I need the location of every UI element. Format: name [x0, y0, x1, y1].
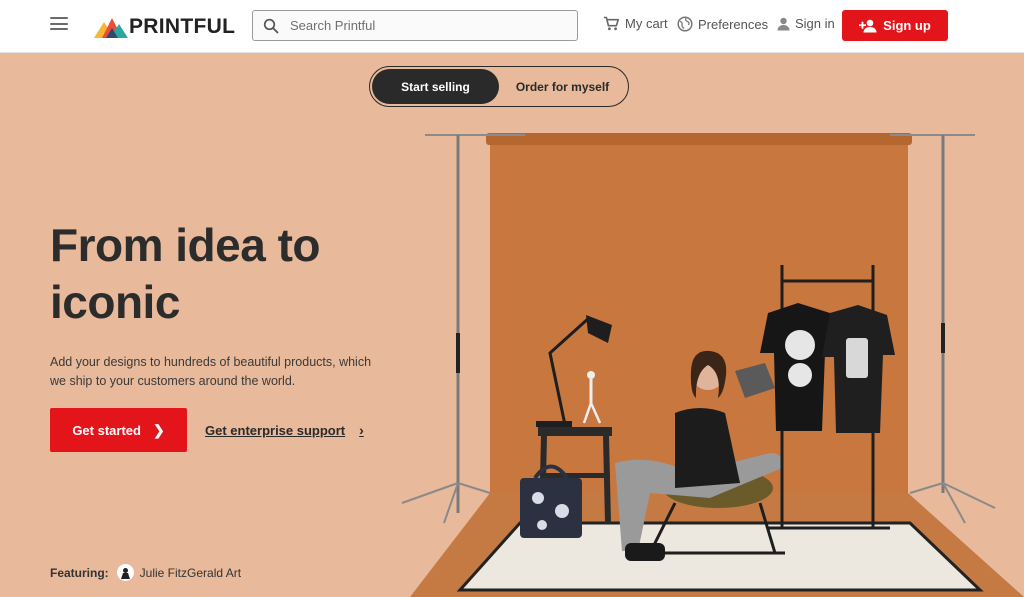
hero-photo-studio-scene — [401, 133, 1024, 597]
order-for-myself-tab[interactable]: Order for myself — [499, 69, 626, 104]
sign-up-button[interactable]: Sign up — [842, 10, 948, 41]
preferences-label: Preferences — [698, 16, 769, 32]
search-bar[interactable] — [252, 10, 578, 41]
hero-headline-line2: iconic — [50, 276, 180, 328]
search-input[interactable] — [290, 18, 560, 33]
chevron-right-icon: › — [359, 422, 364, 438]
add-user-icon — [859, 19, 877, 32]
hamburger-menu-icon[interactable] — [50, 17, 68, 33]
featuring-label: Featuring: — [50, 565, 109, 580]
chevron-right-icon: ❯ — [152, 421, 165, 438]
printful-logo[interactable]: PRINTFUL — [94, 14, 235, 40]
hero-section: Start selling Order for myself From idea… — [0, 53, 1024, 597]
sign-in-label: Sign in — [795, 16, 835, 31]
user-icon — [777, 17, 790, 30]
sign-in-link[interactable]: Sign in — [777, 16, 835, 31]
hero-headline-line1: From idea to — [50, 219, 321, 271]
get-started-label: Get started — [72, 422, 141, 438]
search-icon — [263, 18, 279, 33]
enterprise-support-link[interactable]: Get enterprise support › — [205, 422, 364, 438]
sign-up-label: Sign up — [883, 18, 931, 33]
my-cart-link[interactable]: My cart — [603, 16, 668, 31]
featured-artist-name[interactable]: Julie FitzGerald Art — [140, 566, 241, 580]
logo-text: PRINTFUL — [129, 15, 236, 38]
selling-mode-toggle[interactable]: Start selling Order for myself — [369, 66, 629, 107]
enterprise-support-label: Get enterprise support — [205, 422, 346, 438]
featured-artist: Featuring: Julie FitzGerald Art — [50, 564, 241, 581]
artist-avatar-icon — [116, 564, 134, 581]
top-header: PRINTFUL My cart Preferences Sign in — [0, 0, 1024, 53]
hero-description: Add your designs to hundreds of beautifu… — [50, 355, 372, 388]
start-selling-tab[interactable]: Start selling — [372, 69, 499, 104]
printful-logo-mark-icon — [94, 18, 128, 38]
get-started-button[interactable]: Get started ❯ — [50, 408, 187, 452]
hero-headline: From idea to iconic — [50, 217, 390, 331]
my-cart-label: My cart — [625, 16, 668, 31]
cart-icon — [604, 16, 619, 31]
globe-icon — [677, 16, 693, 32]
preferences-link[interactable]: Preferences — [677, 16, 768, 32]
